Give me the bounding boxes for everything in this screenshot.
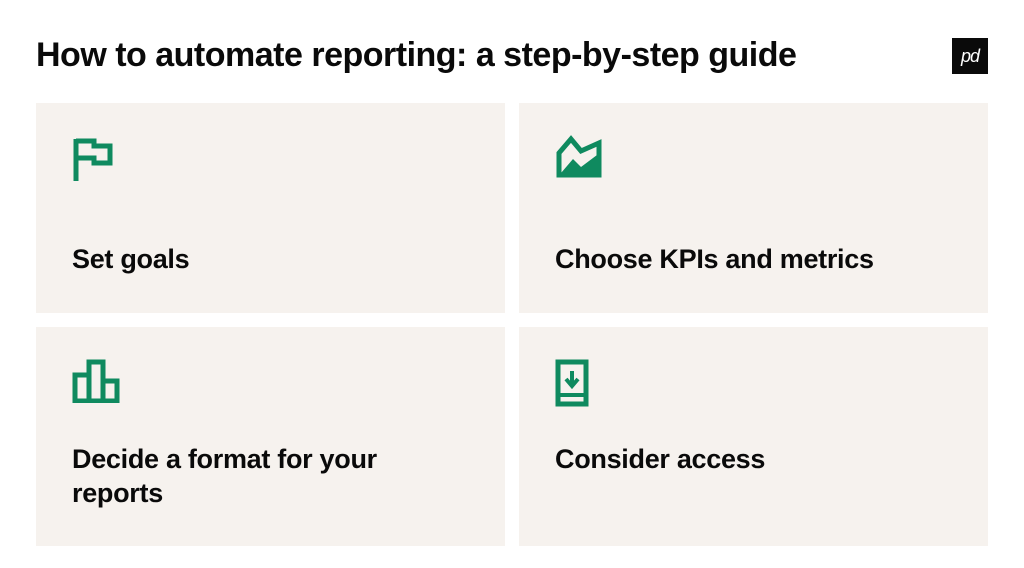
chart-area-icon — [555, 135, 952, 185]
brand-logo-text: pd — [961, 46, 979, 67]
header: How to automate reporting: a step-by-ste… — [36, 36, 988, 75]
card-title: Consider access — [555, 443, 952, 477]
card-choose-kpis: Choose KPIs and metrics — [519, 103, 988, 313]
mobile-download-icon — [555, 359, 952, 409]
flag-icon — [72, 135, 469, 185]
card-grid: Set goals Choose KPIs and metrics Decide… — [36, 103, 988, 546]
bar-chart-icon — [72, 359, 469, 409]
card-title: Choose KPIs and metrics — [555, 243, 952, 277]
card-set-goals: Set goals — [36, 103, 505, 313]
page-title: How to automate reporting: a step-by-ste… — [36, 36, 796, 75]
card-title: Decide a format for your reports — [72, 443, 469, 511]
card-decide-format: Decide a format for your reports — [36, 327, 505, 547]
brand-logo: pd — [952, 38, 988, 74]
card-consider-access: Consider access — [519, 327, 988, 547]
card-title: Set goals — [72, 243, 469, 277]
